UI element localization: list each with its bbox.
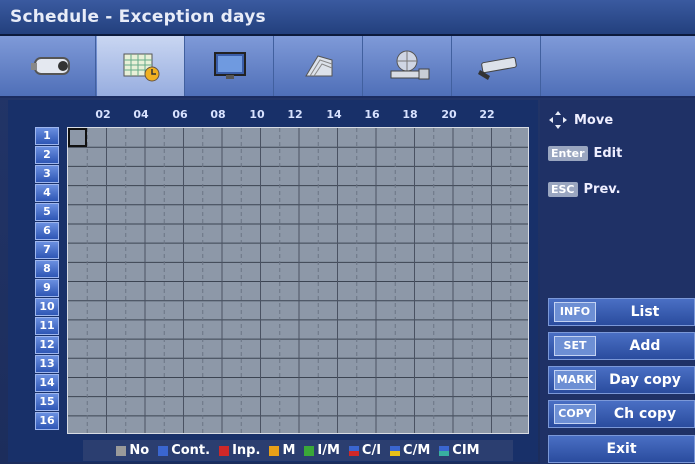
channel-button[interactable]: 2 [35, 146, 59, 164]
channel-button[interactable]: 9 [35, 279, 59, 297]
schedule-calendar-icon [123, 53, 159, 82]
schedule-window: Schedule - Exception days 02 04 06 08 10… [0, 0, 695, 464]
swatch-m [269, 445, 280, 456]
swatch-ci [348, 445, 359, 456]
channel-button[interactable]: 11 [35, 317, 59, 335]
channel-button[interactable]: 13 [35, 355, 59, 373]
channel-button[interactable]: 3 [35, 165, 59, 183]
hour-label: 08 [210, 108, 226, 121]
swatch-cont [158, 445, 169, 456]
channel-button[interactable]: 15 [35, 393, 59, 411]
prev-hint: ESC Prev. [548, 182, 621, 197]
tab-network[interactable] [364, 36, 452, 96]
tools-icon [477, 56, 517, 80]
hour-label: 20 [441, 108, 457, 121]
camera-icon [30, 57, 70, 75]
channel-button[interactable]: 7 [35, 241, 59, 259]
hour-label: 04 [133, 108, 149, 121]
storage-icon [304, 55, 332, 77]
set-key: SET [554, 336, 596, 356]
legend-item: I/M [304, 443, 340, 458]
swatch-inp [219, 445, 230, 456]
hour-label: 06 [172, 108, 188, 121]
legend-item: C/I [348, 443, 381, 458]
swatch-im [304, 445, 315, 456]
enter-key: Enter [548, 146, 588, 161]
record-mode-legend: No Cont. Inp. M I/M C/I C/M CIM [83, 440, 513, 461]
legend-item: M [269, 443, 295, 458]
grid-lines [68, 128, 528, 433]
mark-key: MARK [554, 370, 596, 390]
channel-button[interactable]: 16 [35, 412, 59, 430]
exit-button[interactable]: Exit [548, 435, 695, 463]
channel-button[interactable]: 4 [35, 184, 59, 202]
channel-button[interactable]: 5 [35, 203, 59, 221]
tab-bar [0, 36, 695, 98]
tab-storage[interactable] [275, 36, 363, 96]
title-bar: Schedule - Exception days [0, 0, 695, 36]
tab-tools[interactable] [453, 36, 541, 96]
schedule-grid[interactable] [67, 127, 529, 434]
network-icon [390, 50, 429, 80]
hour-label: 18 [402, 108, 418, 121]
window-title: Schedule - Exception days [10, 7, 266, 27]
channel-button[interactable]: 14 [35, 374, 59, 392]
selection-cursor [68, 128, 87, 147]
swatch-cm [390, 445, 401, 456]
hour-label: 22 [479, 108, 495, 121]
hour-label: 12 [287, 108, 303, 121]
edit-hint: Enter Edit [548, 146, 622, 161]
swatch-no [116, 445, 127, 456]
hour-axis: 02 04 06 08 10 12 14 16 18 20 22 [65, 108, 535, 124]
channel-button[interactable]: 6 [35, 222, 59, 240]
hour-label: 16 [364, 108, 380, 121]
tab-schedule[interactable] [97, 36, 185, 96]
hour-label: 02 [95, 108, 111, 121]
hour-label: 10 [249, 108, 265, 121]
move-hint: Move [548, 110, 613, 130]
channel-button[interactable]: 1 [35, 127, 59, 145]
side-panel: Move Enter Edit ESC Prev. INFO List SET … [540, 100, 695, 464]
channel-button[interactable]: 12 [35, 336, 59, 354]
legend-item: Cont. [158, 443, 210, 458]
tab-camera[interactable] [8, 36, 96, 96]
add-button[interactable]: SET Add [548, 332, 695, 360]
legend-item: No [116, 443, 149, 458]
list-button[interactable]: INFO List [548, 298, 695, 326]
legend-item: C/M [390, 443, 430, 458]
arrows-icon [549, 111, 567, 129]
channel-button[interactable]: 10 [35, 298, 59, 316]
tab-display[interactable] [186, 36, 274, 96]
copy-key: COPY [554, 404, 596, 424]
schedule-grid-panel: 02 04 06 08 10 12 14 16 18 20 22 1 2 3 4… [8, 100, 538, 462]
legend-item: CIM [439, 443, 480, 458]
esc-key: ESC [548, 182, 578, 197]
day-copy-button[interactable]: MARK Day copy [548, 366, 695, 394]
ch-copy-button[interactable]: COPY Ch copy [548, 400, 695, 428]
channel-button[interactable]: 8 [35, 260, 59, 278]
swatch-cim [439, 445, 450, 456]
legend-item: Inp. [219, 443, 260, 458]
info-key: INFO [554, 302, 596, 322]
hour-label: 14 [326, 108, 342, 121]
monitor-icon [213, 52, 246, 79]
